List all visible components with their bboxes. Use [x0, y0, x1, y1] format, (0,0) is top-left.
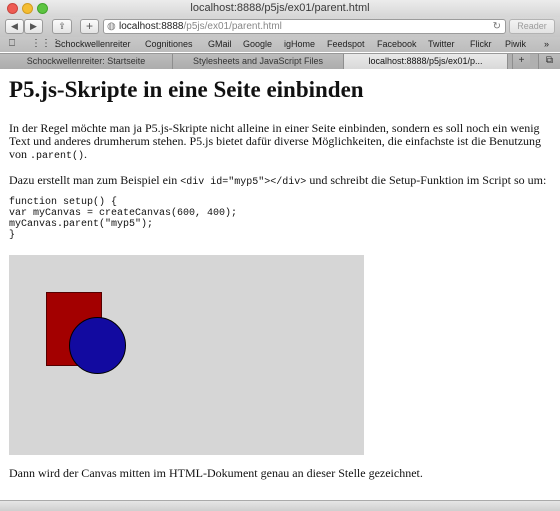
- forward-icon: ▶: [30, 21, 37, 31]
- bookmark-item[interactable]: Twitter: [428, 39, 455, 49]
- tab-stylesheets[interactable]: Stylesheets and JavaScript Files: [173, 54, 344, 69]
- p5-canvas: [9, 255, 364, 455]
- reader-button[interactable]: Reader: [509, 19, 555, 34]
- back-button[interactable]: ◀: [5, 19, 24, 34]
- new-tab-button[interactable]: +: [80, 19, 99, 34]
- bookmark-item[interactable]: Piwik: [505, 39, 526, 49]
- tab-overview-icon[interactable]: ⧉: [538, 54, 560, 69]
- bookmark-item[interactable]: Feedspot: [327, 39, 365, 49]
- bookmarks-overflow-button[interactable]: »: [544, 39, 549, 49]
- share-button[interactable]: ⇪: [52, 19, 72, 34]
- window-title: localhost:8888/p5js/ex01/parent.html: [190, 2, 370, 14]
- intro-text: In der Regel möchte man ja P5.js-Skripte…: [9, 121, 542, 161]
- address-bar[interactable]: ◍ localhost:8888/p5js/ex01/parent.html ↻: [103, 19, 506, 34]
- bookmark-item[interactable]: Schockwellenreiter: [55, 39, 131, 49]
- url-text: localhost:8888/p5js/ex01/parent.html: [119, 20, 282, 33]
- bookmark-item[interactable]: GMail: [208, 39, 232, 49]
- tab-bar: Schockwellenreiter: Startseite Styleshee…: [0, 53, 560, 69]
- bookmark-item[interactable]: igHome: [284, 39, 315, 49]
- url-path: /p5js/ex01/parent.html: [183, 21, 282, 32]
- reload-icon[interactable]: ↻: [493, 20, 501, 33]
- globe-icon: ◍: [107, 21, 116, 32]
- closing-paragraph: Dann wird der Canvas mitten im HTML-Doku…: [9, 466, 423, 480]
- code-block: function setup() { var myCanvas = create…: [9, 197, 238, 241]
- bookmark-item[interactable]: Google: [243, 39, 272, 49]
- page-title: P5.js-Skripte in eine Seite einbinden: [9, 77, 364, 102]
- url-host: localhost:8888: [119, 21, 184, 32]
- tab-parent-html[interactable]: localhost:8888/p5js/ex01/p...: [344, 54, 508, 69]
- browser-window: localhost:8888/p5js/ex01/parent.html ◀ ▶…: [0, 0, 560, 511]
- share-icon: ⇪: [58, 21, 66, 31]
- div-code: <div id="myp5"></div>: [180, 177, 307, 188]
- toolbar: ◀ ▶ ⇪ + ◍ localhost:8888/p5js/ex01/paren…: [0, 17, 560, 37]
- bookmark-item[interactable]: Facebook: [377, 39, 417, 49]
- new-tab-plus-icon[interactable]: +: [512, 54, 530, 69]
- bookmark-item[interactable]: Flickr: [470, 39, 492, 49]
- page-content: P5.js-Skripte in eine Seite einbinden In…: [0, 69, 560, 500]
- book-icon[interactable]: ⎕: [9, 38, 15, 49]
- intro-paragraph: In der Regel möchte man ja P5.js-Skripte…: [9, 122, 549, 163]
- back-icon: ◀: [11, 21, 18, 31]
- title-bar: localhost:8888/p5js/ex01/parent.html: [0, 0, 560, 17]
- parent-code: .parent(): [30, 151, 85, 162]
- forward-button[interactable]: ▶: [24, 19, 43, 34]
- div-paragraph: Dazu erstellt man zum Beispiel ein <div …: [9, 174, 554, 189]
- intro-end: .: [84, 147, 88, 161]
- plus-icon: +: [85, 19, 93, 33]
- status-bar: [0, 500, 560, 511]
- div-end: und schreibt die Setup-Funktion im Scrip…: [306, 173, 547, 187]
- bookmark-item[interactable]: Cognitiones: [145, 39, 193, 49]
- div-text: Dazu erstellt man zum Beispiel ein: [9, 173, 181, 187]
- bookmarks-bar: ⎕ ⋮⋮⋮ Schockwellenreiter Cognitiones GMa…: [0, 37, 560, 52]
- tab-startseite[interactable]: Schockwellenreiter: Startseite: [0, 54, 173, 69]
- blue-circle: [69, 317, 126, 374]
